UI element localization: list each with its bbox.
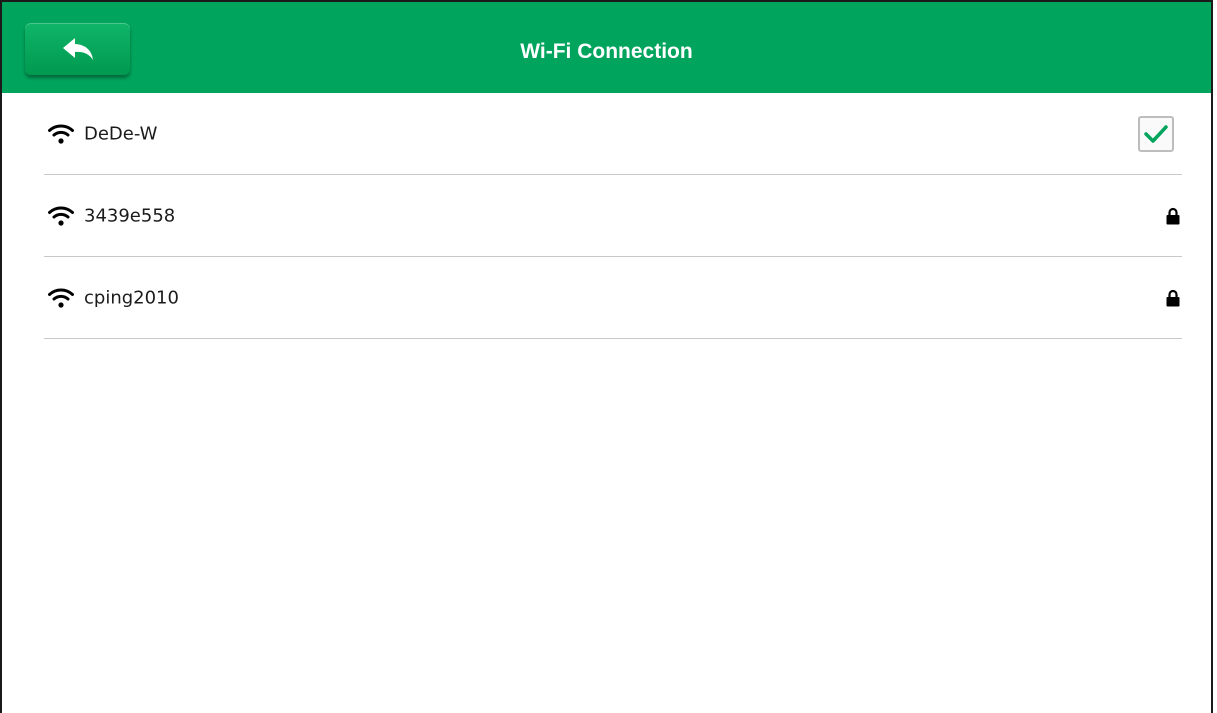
network-ssid: DeDe-W [84,123,158,144]
wifi-network-list: DeDe-W 3439e558 cping2010 [44,93,1182,339]
wifi-network-item[interactable]: DeDe-W [44,93,1182,175]
wifi-network-item[interactable]: 3439e558 [44,175,1182,257]
back-button[interactable] [25,23,130,75]
checkmark-icon [1144,124,1168,143]
network-ssid: 3439e558 [84,205,176,226]
wifi-icon [48,288,74,308]
header-bar: Wi-Fi Connection [2,2,1211,93]
lock-icon [1166,289,1180,306]
wifi-network-item[interactable]: cping2010 [44,257,1182,339]
network-ssid: cping2010 [84,287,179,308]
connected-checkbox[interactable] [1138,115,1174,152]
wifi-icon [48,206,74,226]
wifi-icon [48,124,74,144]
page-title: Wi-Fi Connection [520,40,693,63]
lock-icon [1166,207,1180,224]
back-arrow-icon [62,38,93,60]
wifi-connection-screen: Wi-Fi Connection DeDe-W 3439e558 cping20… [0,0,1213,713]
